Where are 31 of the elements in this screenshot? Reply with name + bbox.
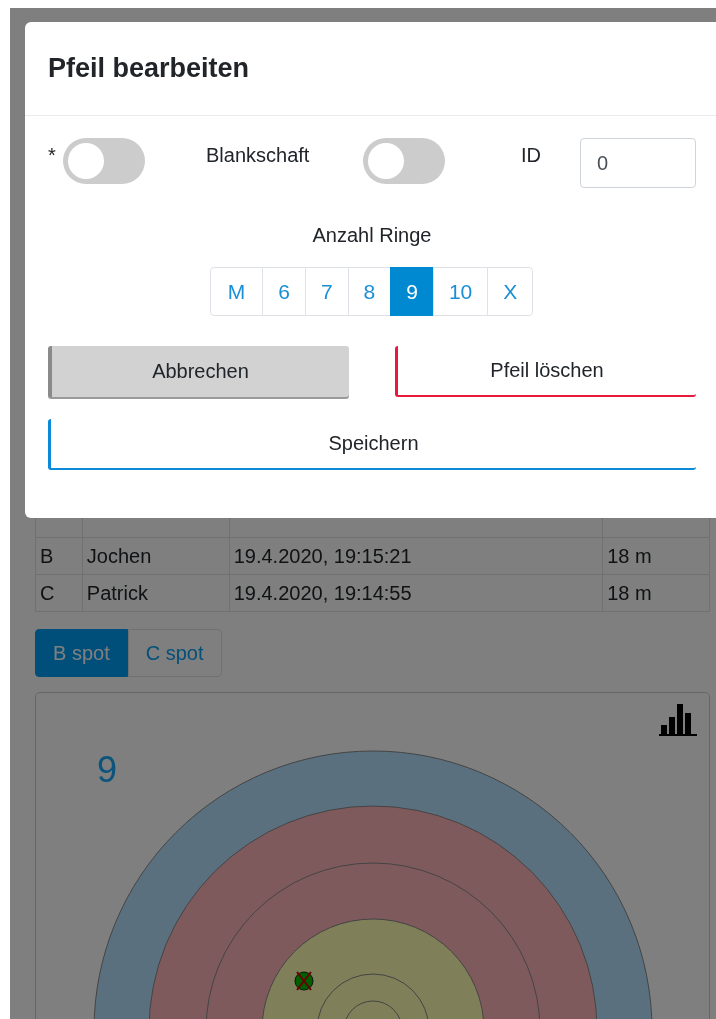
ring-option[interactable]: 7 <box>304 267 349 316</box>
bar-chart-icon[interactable] <box>659 703 697 736</box>
delete-button[interactable]: Pfeil löschen <box>395 346 696 397</box>
table-cell: C <box>35 574 83 612</box>
arrow-hit-marker-icon[interactable] <box>294 971 314 991</box>
spot-tab[interactable]: B spot <box>35 629 128 677</box>
table-cell: Jochen <box>82 537 230 575</box>
ring-option[interactable]: 8 <box>347 267 392 316</box>
id-input-field[interactable]: 0 <box>580 138 696 188</box>
ring-option[interactable]: 6 <box>262 267 306 316</box>
score-label: 9 <box>97 749 118 791</box>
toggle-switch[interactable] <box>63 138 145 184</box>
toggle-label: Blankschaft <box>206 143 311 167</box>
rings-label: Anzahl Ringe <box>311 224 433 247</box>
save-button[interactable]: Speichern <box>48 419 696 470</box>
ring-option[interactable]: 9 <box>390 267 434 316</box>
table-cell: 19.4.2020, 19:15:21 <box>229 537 603 575</box>
table-cell: B <box>35 537 83 575</box>
spot-tab[interactable]: C spot <box>127 629 222 677</box>
toggle-label: * <box>48 143 57 167</box>
table-cell: 18 m <box>602 574 710 612</box>
table-cell: 18 m <box>602 537 710 575</box>
ring-option[interactable]: X <box>487 267 534 316</box>
toggle-switch[interactable] <box>363 138 445 184</box>
table-cell: Patrick <box>82 574 230 612</box>
table-cell: 19.4.2020, 19:14:55 <box>229 574 603 612</box>
id-label: ID <box>521 143 542 167</box>
ring-option[interactable]: M <box>209 267 264 316</box>
cancel-button[interactable]: Abbrechen <box>48 346 349 397</box>
ring-option[interactable]: 10 <box>432 267 489 316</box>
modal-title: Pfeil bearbeiten <box>48 53 250 84</box>
